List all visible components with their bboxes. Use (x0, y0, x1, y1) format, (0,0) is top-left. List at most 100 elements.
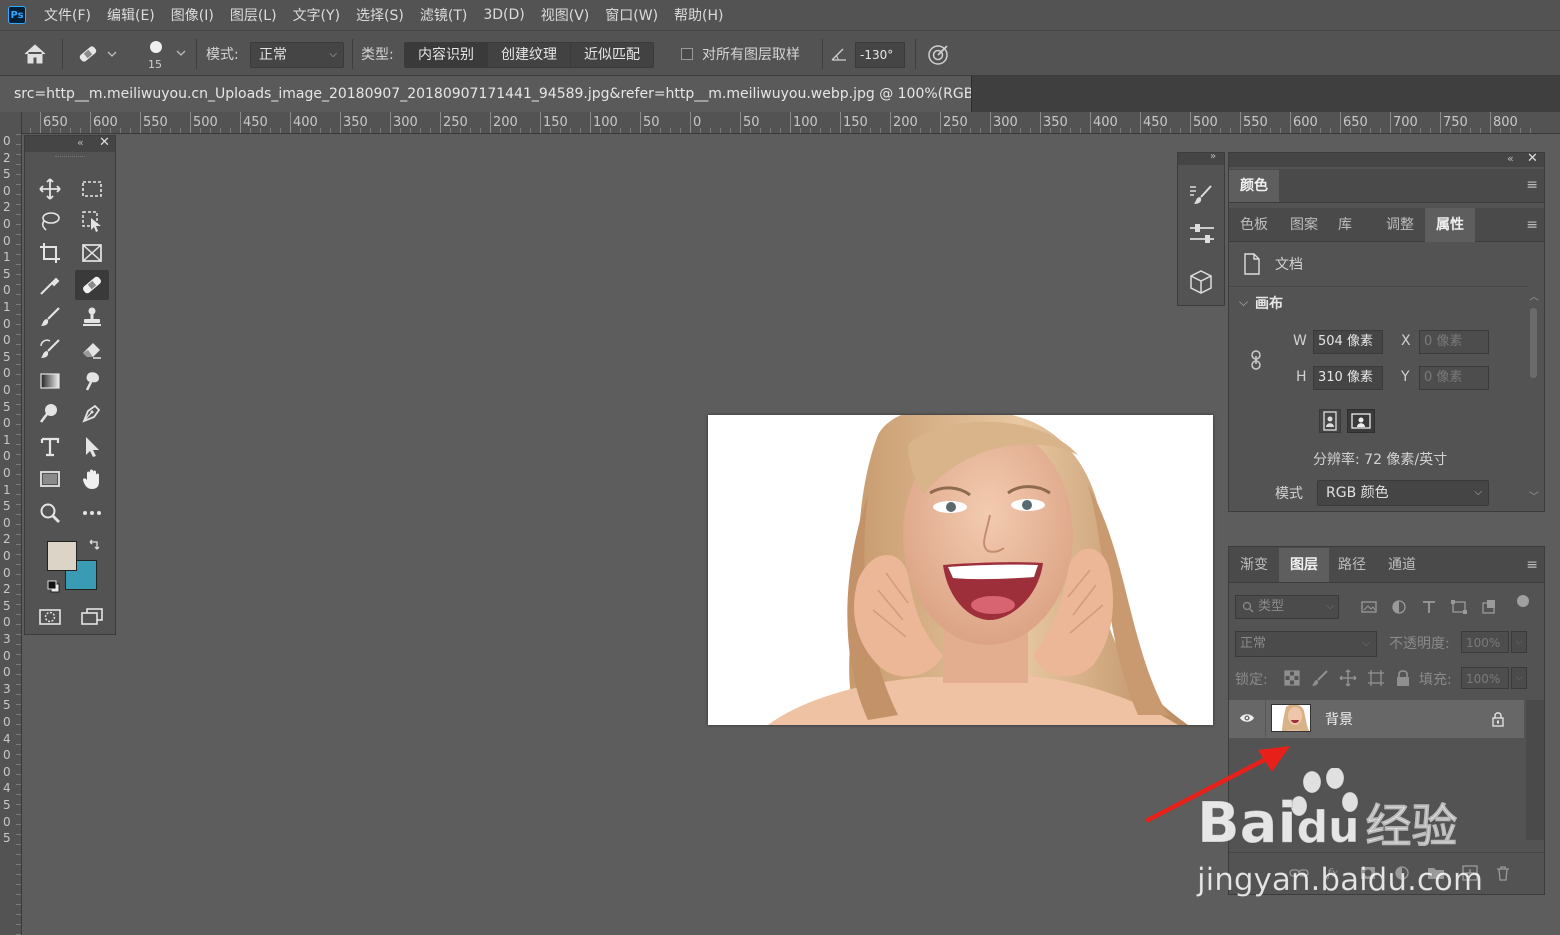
document-tab[interactable]: src=http__m.meiliwuyou.cn_Uploads_image_… (0, 76, 972, 112)
y-input[interactable]: 0 像素 (1419, 366, 1489, 390)
create-texture-button[interactable]: 创建纹理 (488, 43, 571, 67)
tab-swatches[interactable]: 色板 (1229, 210, 1279, 240)
eye-visibility-icon[interactable] (1239, 712, 1255, 724)
close-icon[interactable]: ✕ (99, 135, 110, 150)
menu-filter[interactable]: 滤镜(T) (412, 5, 475, 25)
tab-gradients[interactable]: 渐变 (1229, 550, 1279, 580)
menu-window[interactable]: 窗口(W) (597, 5, 666, 25)
opacity-stepper[interactable]: ⌵ (1511, 631, 1527, 653)
height-input[interactable]: 310 像素 (1313, 366, 1383, 390)
hand-tool-icon[interactable] (75, 464, 109, 494)
marquee-tool-icon[interactable] (75, 174, 109, 204)
gradient-tool-icon[interactable] (33, 366, 67, 396)
frame-tool-icon[interactable] (75, 238, 109, 268)
type-tool-icon[interactable] (33, 432, 67, 462)
portrait-orientation-button[interactable] (1319, 409, 1341, 433)
menu-layer[interactable]: 图层(L) (222, 5, 285, 25)
brush-tool-icon[interactable] (33, 302, 67, 332)
panel-menu-icon[interactable]: ≡ (1526, 217, 1538, 233)
tab-adjustments[interactable]: 调整 (1375, 210, 1425, 240)
menu-help[interactable]: 帮助(H) (666, 5, 731, 25)
tab-channels[interactable]: 通道 (1377, 550, 1427, 580)
lock-pixels-icon[interactable] (1311, 669, 1329, 687)
tab-properties[interactable]: 属性 (1425, 208, 1475, 242)
default-colors-icon[interactable] (47, 580, 61, 594)
vertical-ruler[interactable]: 0250200150100500501001502002503003504004… (0, 112, 22, 935)
collapse-icon[interactable]: « (77, 136, 84, 149)
expand-icon[interactable]: » (1210, 151, 1216, 162)
lock-artboard-icon[interactable] (1367, 669, 1385, 687)
chevron-down-icon[interactable] (175, 48, 187, 58)
fill-stepper[interactable]: ⌵ (1511, 667, 1527, 689)
tab-color[interactable]: 颜色 (1229, 170, 1279, 202)
rectangle-tool-icon[interactable] (33, 464, 67, 494)
horizontal-ruler[interactable]: 700 650 600 550 500 450 400 350 300 250 200 150 100 5… (22, 112, 1560, 134)
brush-size-picker[interactable] (146, 39, 166, 55)
lock-position-icon[interactable] (1339, 669, 1357, 687)
adjustment-filter-icon[interactable] (1390, 599, 1408, 615)
dodge-tool-icon[interactable] (33, 398, 67, 428)
tab-paths[interactable]: 路径 (1327, 550, 1377, 580)
document-canvas-image[interactable] (708, 415, 1213, 725)
3d-cube-icon[interactable] (1188, 269, 1214, 295)
blend-mode-dropdown[interactable]: 正常 ⌵ (1235, 631, 1377, 657)
brush-settings-icon[interactable] (1188, 183, 1214, 207)
eyedropper-tool-icon[interactable] (33, 270, 67, 300)
angle-input[interactable]: -130° (855, 42, 905, 68)
collapse-icon[interactable]: « (1507, 152, 1514, 165)
menu-select[interactable]: 选择(S) (348, 5, 412, 25)
sample-all-layers-checkbox[interactable] (681, 48, 693, 60)
x-input[interactable]: 0 像素 (1419, 330, 1489, 354)
panel-menu-icon[interactable]: ≡ (1526, 177, 1538, 193)
lasso-tool-icon[interactable] (33, 206, 67, 236)
proximity-match-button[interactable]: 近似匹配 (571, 43, 653, 67)
tab-layers[interactable]: 图层 (1279, 548, 1329, 582)
adjustments-sliders-icon[interactable] (1188, 221, 1216, 247)
swap-colors-icon[interactable] (87, 538, 101, 552)
layer-filter-dropdown[interactable]: 类型 ⌵ (1235, 595, 1339, 619)
lock-transparent-icon[interactable] (1283, 669, 1301, 687)
link-proportions-icon[interactable] (1249, 349, 1263, 371)
layers-scrollbar[interactable] (1526, 700, 1544, 840)
type-filter-icon[interactable] (1420, 599, 1438, 615)
history-brush-tool-icon[interactable] (33, 334, 67, 364)
move-tool-icon[interactable] (33, 174, 67, 204)
menu-view[interactable]: 视图(V) (533, 5, 598, 25)
crop-tool-icon[interactable] (33, 238, 67, 268)
quick-mask-icon[interactable] (33, 602, 67, 632)
mode-dropdown[interactable]: 正常 ⌵ (250, 42, 344, 68)
stamp-tool-icon[interactable] (75, 302, 109, 332)
opacity-input[interactable]: 100% (1461, 631, 1509, 653)
panel-menu-icon[interactable]: ≡ (1526, 557, 1538, 573)
width-input[interactable]: 504 像素 (1313, 330, 1383, 354)
layer-row-background[interactable]: 背景 (1229, 700, 1524, 738)
menu-file[interactable]: 文件(F) (36, 5, 99, 25)
lock-all-icon[interactable] (1395, 669, 1411, 687)
close-icon[interactable]: ✕ (1527, 151, 1538, 166)
pen-tool-icon[interactable] (75, 398, 109, 428)
filter-toggle-switch[interactable] (1517, 595, 1529, 607)
chevron-down-icon[interactable]: ⌵ (1239, 295, 1248, 310)
tab-patterns[interactable]: 图案 (1279, 210, 1329, 240)
landscape-orientation-button[interactable] (1347, 409, 1375, 433)
foreground-color-swatch[interactable] (47, 541, 77, 571)
menu-3d[interactable]: 3D(D) (475, 7, 532, 23)
content-aware-button[interactable]: 内容识别 (405, 43, 488, 67)
fill-input[interactable]: 100% (1461, 667, 1509, 689)
eraser-tool-icon[interactable] (75, 334, 109, 364)
smudge-tool-icon[interactable] (75, 366, 109, 396)
smart-object-filter-icon[interactable] (1480, 599, 1498, 615)
delete-layer-icon[interactable] (1495, 865, 1511, 881)
zoom-tool-icon[interactable] (33, 498, 67, 528)
object-select-tool-icon[interactable] (75, 206, 109, 236)
shape-filter-icon[interactable] (1450, 599, 1468, 615)
pressure-target-icon[interactable] (926, 43, 950, 67)
pixel-filter-icon[interactable] (1360, 599, 1378, 615)
screen-mode-icon[interactable] (75, 602, 109, 632)
menu-edit[interactable]: 编辑(E) (99, 5, 163, 25)
color-mode-dropdown[interactable]: RGB 颜色 ⌵ (1317, 480, 1489, 506)
more-tools-icon[interactable] (75, 498, 109, 528)
path-selection-tool-icon[interactable] (75, 432, 109, 462)
tab-libraries[interactable]: 库 (1327, 210, 1363, 240)
menu-type[interactable]: 文字(Y) (285, 5, 348, 25)
